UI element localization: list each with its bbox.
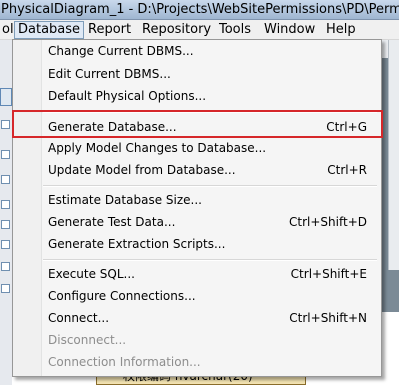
menu-item-shortcut: Ctrl+R bbox=[327, 163, 367, 177]
menu-item-label: Configure Connections... bbox=[48, 289, 196, 303]
menu-item-label: Connection Information... bbox=[48, 355, 201, 369]
menu-item-connect[interactable]: Connect... Ctrl+Shift+N bbox=[15, 307, 379, 329]
menu-item-shortcut: Ctrl+Shift+N bbox=[289, 311, 367, 325]
window-title-bar: PhysicalDiagram_1 - D:\Projects\WebSiteP… bbox=[0, 0, 399, 20]
menu-item-label: Estimate Database Size... bbox=[48, 193, 202, 207]
toolbox-table-icon[interactable] bbox=[1, 175, 10, 184]
menu-item-disconnect: Disconnect... bbox=[15, 329, 379, 351]
menu-help[interactable]: Help bbox=[326, 20, 356, 39]
menu-item-label: Generate Extraction Scripts... bbox=[48, 237, 226, 251]
menu-database[interactable]: Database bbox=[14, 21, 85, 39]
menu-item-connection-information: Connection Information... bbox=[15, 351, 379, 373]
database-dropdown-menu: Change Current DBMS... Edit Current DBMS… bbox=[12, 39, 382, 377]
highlight-box bbox=[12, 110, 383, 138]
toolbox-note-icon[interactable] bbox=[1, 262, 10, 271]
menu-item-generate-test-data[interactable]: Generate Test Data... Ctrl+Shift+D bbox=[15, 211, 379, 233]
menu-item-label: Default Physical Options... bbox=[48, 89, 207, 103]
menu-item-execute-sql[interactable]: Execute SQL... Ctrl+Shift+E bbox=[15, 263, 379, 285]
menu-item-shortcut: Ctrl+Shift+D bbox=[289, 215, 367, 229]
toolbox-link-icon[interactable] bbox=[1, 240, 10, 249]
menu-item-label: Edit Current DBMS... bbox=[48, 67, 171, 81]
menu-item-label: Change Current DBMS... bbox=[48, 44, 194, 58]
menu-separator bbox=[43, 185, 377, 187]
menu-item-label: Disconnect... bbox=[48, 333, 127, 347]
menu-item-estimate-database-size[interactable]: Estimate Database Size... bbox=[15, 189, 379, 211]
menu-separator bbox=[43, 259, 377, 261]
menu-item-generate-extraction-scripts[interactable]: Generate Extraction Scripts... bbox=[15, 233, 379, 255]
toolbox-reference-icon[interactable] bbox=[1, 220, 10, 229]
menu-bar: ol Database Report Repository Tools Wind… bbox=[0, 20, 399, 40]
toolbox-pointer-icon[interactable] bbox=[1, 120, 10, 129]
menu-item-label: Execute SQL... bbox=[48, 267, 135, 281]
menu-repository[interactable]: Repository bbox=[142, 20, 211, 39]
toolbox-line-icon[interactable] bbox=[1, 284, 10, 293]
menu-item-shortcut: Ctrl+Shift+E bbox=[290, 267, 367, 281]
menu-item-label: Update Model from Database... bbox=[48, 163, 236, 177]
menu-item-label: Apply Model Changes to Database... bbox=[48, 141, 267, 155]
toolbox-zoom-icon[interactable] bbox=[1, 150, 10, 159]
menu-item-configure-connections[interactable]: Configure Connections... bbox=[15, 285, 379, 307]
toolbox-view-icon[interactable] bbox=[1, 200, 10, 209]
menu-item-label: Connect... bbox=[48, 311, 110, 325]
window-title: PhysicalDiagram_1 - D:\Projects\WebSiteP… bbox=[1, 2, 399, 17]
menu-item-label: Generate Test Data... bbox=[48, 215, 176, 229]
menu-item-edit-current-dbms[interactable]: Edit Current DBMS... bbox=[15, 63, 379, 85]
menu-item-update-model-from-database[interactable]: Update Model from Database... Ctrl+R bbox=[15, 159, 379, 181]
menu-item-default-physical-options[interactable]: Default Physical Options... bbox=[15, 85, 379, 107]
menu-report[interactable]: Report bbox=[88, 20, 131, 39]
menu-item-change-current-dbms[interactable]: Change Current DBMS... bbox=[15, 40, 379, 62]
menu-window[interactable]: Window bbox=[264, 20, 315, 39]
background-right-panel bbox=[388, 40, 399, 270]
menu-tools[interactable]: Tools bbox=[219, 20, 251, 39]
background-tab-strip bbox=[0, 88, 12, 106]
menu-item-apply-model-changes[interactable]: Apply Model Changes to Database... bbox=[15, 137, 379, 159]
menu-tools-partial[interactable]: ol bbox=[2, 20, 14, 39]
